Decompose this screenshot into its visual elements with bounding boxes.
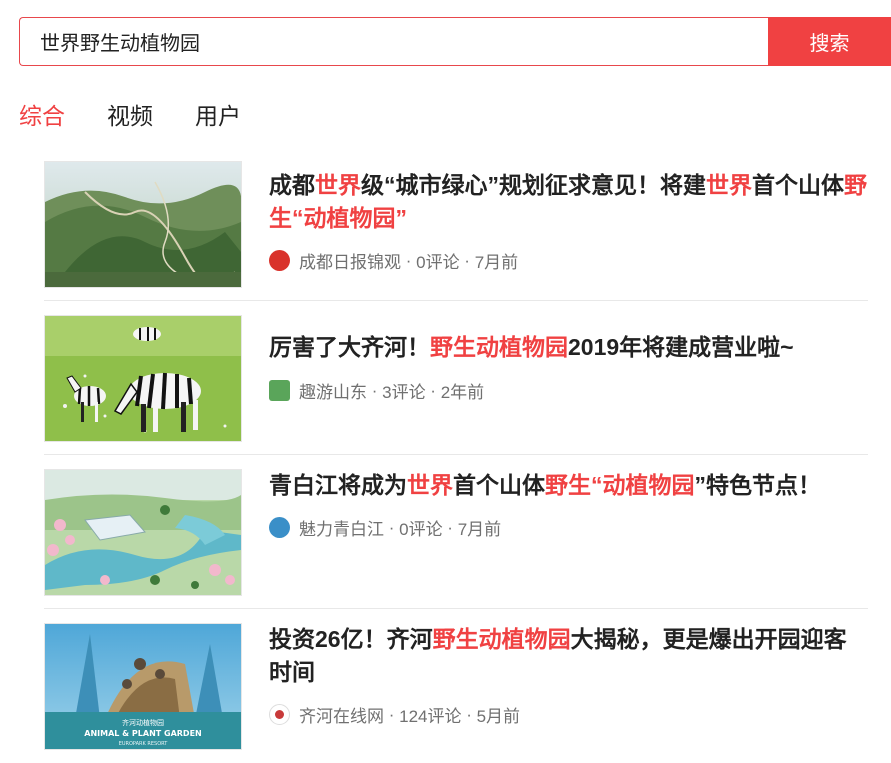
article-source[interactable]: 魅力青白江 — [299, 515, 384, 540]
title-text: 级“城市绿心”规划征求意见！将建 — [361, 172, 706, 198]
qihe-logo-mark — [275, 710, 284, 719]
article-comments: 0评论 — [399, 520, 443, 539]
article-content: 成都世界级“城市绿心”规划征求意见！将建世界首个山体野生“动植物园” 成都日报锦… — [269, 169, 869, 273]
qihe-online-logo-icon — [269, 704, 290, 725]
zebras-image — [45, 316, 241, 441]
article-content: 青白江将成为世界首个山体野生“动植物园”特色节点！ 魅力青白江 · 0评论 · … — [269, 469, 869, 540]
title-highlight: ” — [395, 205, 408, 231]
title-highlight: 野生动植物园 — [432, 626, 571, 652]
article-thumbnail[interactable] — [44, 161, 242, 288]
search-button[interactable]: 搜索 — [768, 17, 891, 66]
results-panel: 成都世界级“城市绿心”规划征求意见！将建世界首个山体野生“动植物园” 成都日报锦… — [19, 147, 891, 763]
article-time: 2年前 — [440, 383, 485, 402]
title-highlight: 野生动植物园 — [430, 334, 568, 360]
article-meta: 成都日报锦观 · 0评论 · 7月前 — [269, 248, 869, 273]
title-highlight: 野生 — [545, 472, 591, 498]
list-item[interactable]: 齐河动植物园 ANIMAL & PLANT GARDEN EUROPARK RE… — [44, 609, 868, 763]
article-title[interactable]: 厉害了大齐河！野生动植物园2019年将建成营业啦~ — [269, 331, 869, 364]
article-source[interactable]: 趣游山东 — [299, 378, 367, 403]
article-time: 7月前 — [457, 520, 502, 539]
animal-garden-image: 齐河动植物园 ANIMAL & PLANT GARDEN EUROPARK RE… — [45, 624, 241, 749]
list-item[interactable]: 成都世界级“城市绿心”规划征求意见！将建世界首个山体野生“动植物园” 成都日报锦… — [44, 147, 868, 301]
title-highlight: 动植物园 — [602, 472, 695, 498]
title-text: 首个山体 — [453, 472, 545, 498]
tab-video[interactable]: 视频 — [107, 100, 153, 132]
result-tabs: 综合 视频 用户 — [19, 100, 283, 132]
quyou-shandong-logo-icon — [269, 380, 290, 401]
park-render-image — [45, 470, 241, 595]
title-text: 厉害了大齐河！ — [269, 334, 430, 360]
article-time: 5月前 — [476, 707, 521, 726]
tab-comprehensive[interactable]: 综合 — [19, 100, 65, 132]
title-highlight: 世界 — [315, 172, 361, 198]
article-meta: 魅力青白江 · 0评论 · 7月前 — [269, 515, 869, 540]
title-text: 首个山体 — [752, 172, 844, 198]
results-feed: 成都世界级“城市绿心”规划征求意见！将建世界首个山体野生“动植物园” 成都日报锦… — [19, 147, 891, 763]
mountain-aerial-image — [45, 162, 241, 287]
meta-separator: · — [459, 250, 475, 270]
qingbaijiang-logo-icon — [269, 517, 290, 538]
tab-users[interactable]: 用户 — [195, 100, 241, 132]
thumb-en-text: ANIMAL & PLANT GARDEN — [84, 729, 201, 738]
title-text: 投资26亿！齐河 — [269, 626, 433, 652]
list-item[interactable]: 厉害了大齐河！野生动植物园2019年将建成营业啦~ 趣游山东 · 3评论 · 2… — [44, 301, 868, 455]
article-comments: 3评论 — [382, 383, 426, 402]
article-thumbnail[interactable] — [44, 469, 242, 596]
article-comments: 0评论 — [416, 253, 460, 272]
title-highlight: 动植物园 — [303, 205, 396, 231]
article-thumbnail[interactable]: 齐河动植物园 ANIMAL & PLANT GARDEN EUROPARK RE… — [44, 623, 242, 750]
thumb-sub-text: EUROPARK RESORT — [119, 741, 169, 747]
meta-separator: · — [384, 517, 400, 537]
title-text: 2019年将建成营业啦~ — [568, 334, 794, 360]
title-highlight: “ — [292, 205, 304, 231]
search-bar: 搜索 — [19, 17, 891, 66]
thumb-cn-text: 齐河动植物园 — [122, 718, 164, 727]
meta-separator: · — [425, 380, 441, 400]
title-highlight: “ — [591, 472, 603, 498]
meta-separator: · — [461, 704, 477, 724]
title-text: ”特色节点！ — [694, 472, 822, 498]
results-list: 成都世界级“城市绿心”规划征求意见！将建世界首个山体野生“动植物园” 成都日报锦… — [44, 147, 868, 763]
meta-separator: · — [384, 704, 400, 724]
article-title[interactable]: 成都世界级“城市绿心”规划征求意见！将建世界首个山体野生“动植物园” — [269, 169, 869, 235]
list-item[interactable]: 青白江将成为世界首个山体野生“动植物园”特色节点！ 魅力青白江 · 0评论 · … — [44, 455, 868, 609]
title-highlight: 世界 — [407, 472, 453, 498]
article-content: 厉害了大齐河！野生动植物园2019年将建成营业啦~ 趣游山东 · 3评论 · 2… — [269, 331, 869, 403]
meta-separator: · — [442, 517, 458, 537]
article-title[interactable]: 青白江将成为世界首个山体野生“动植物园”特色节点！ — [269, 469, 869, 502]
article-content: 投资26亿！齐河野生动植物园大揭秘，更是爆出开园迎客时间 齐河在线网 · 124… — [269, 623, 869, 727]
chengdu-daily-logo-icon — [269, 250, 290, 271]
article-comments: 124评论 — [399, 707, 462, 726]
title-text: 青白江将成为 — [269, 472, 407, 498]
article-source[interactable]: 成都日报锦观 — [299, 248, 401, 273]
meta-separator: · — [401, 250, 417, 270]
article-meta: 趣游山东 · 3评论 · 2年前 — [269, 378, 869, 403]
article-time: 7月前 — [474, 253, 519, 272]
article-meta: 齐河在线网 · 124评论 · 5月前 — [269, 702, 869, 727]
article-source[interactable]: 齐河在线网 — [299, 702, 384, 727]
title-highlight: 世界 — [706, 172, 752, 198]
article-thumbnail[interactable] — [44, 315, 242, 442]
title-text: 成都 — [269, 172, 315, 198]
meta-separator: · — [367, 380, 383, 400]
search-input[interactable] — [19, 17, 768, 66]
article-title[interactable]: 投资26亿！齐河野生动植物园大揭秘，更是爆出开园迎客时间 — [269, 623, 869, 689]
